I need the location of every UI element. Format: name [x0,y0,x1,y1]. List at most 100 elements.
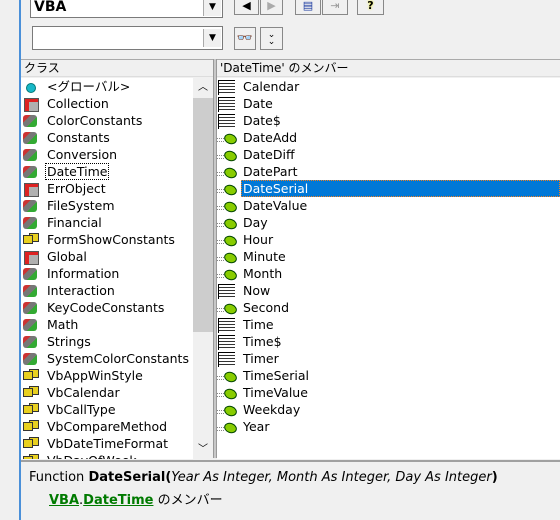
class-item[interactable]: KeyCodeConstants [21,299,193,316]
class-item[interactable]: Information [21,265,193,282]
member-label: Month [243,266,283,281]
class-item[interactable]: VbDayOfWeek [21,452,193,459]
enum-icon [21,420,41,434]
copy-icon: ▤ [302,0,314,12]
member-item[interactable]: Minute [217,248,560,265]
global-icon [21,80,41,94]
class-item[interactable]: VbDateTimeFormat [21,435,193,452]
class-item[interactable]: <グローバル> [21,78,193,95]
member-label: Day [243,215,268,230]
class-item[interactable]: Math [21,316,193,333]
class-label: Conversion [47,147,118,162]
class-label: Collection [47,96,109,111]
member-item[interactable]: TimeValue [217,384,560,401]
module-icon [21,267,41,281]
class-label: DateTime [45,163,110,180]
class-label: ColorConstants [47,113,143,128]
chevron-down-icon[interactable]: ▼ [203,29,221,47]
member-item[interactable]: Year [217,418,560,435]
member-item[interactable]: Time$ [217,333,560,350]
module-icon [21,284,41,298]
member-item[interactable]: DatePart [217,163,560,180]
view-definition-button[interactable]: ⇥ [322,0,348,15]
back-button[interactable]: ◀ [234,0,259,15]
library-dropdown[interactable]: VBA ▼ [30,0,223,18]
class-link[interactable]: DateTime [83,493,153,508]
class-item[interactable]: VbCallType [21,401,193,418]
module-icon [21,199,41,213]
prop-icon [217,113,237,129]
fn-icon [217,216,237,230]
fn-icon [217,403,237,417]
class-item[interactable]: Strings [21,333,193,350]
member-item[interactable]: Date [217,95,560,112]
class-item[interactable]: SystemColorConstants [21,350,193,367]
details-pane: Function DateSerial(Year As Integer, Mon… [21,460,560,520]
forward-button[interactable]: ▶ [260,0,283,15]
member-of: VBA.DateTime のメンバー [49,489,560,508]
library-link[interactable]: VBA [49,493,79,508]
fn-icon [217,267,237,281]
class-label: VbCalendar [47,385,120,400]
member-item[interactable]: DateDiff [217,146,560,163]
fn-icon [217,148,237,162]
class-icon [21,182,41,197]
toggle-search-results-button[interactable]: ⌄ ⌄ [260,27,283,50]
class-item[interactable]: Conversion [21,146,193,163]
search-input[interactable]: ▼ [32,26,223,50]
member-item[interactable]: Weekday [217,401,560,418]
class-item[interactable]: VbCalendar [21,384,193,401]
fn-icon [217,233,237,247]
member-label: DateSerial [241,180,560,197]
member-item[interactable]: Timer [217,350,560,367]
class-label: VbDayOfWeek [45,452,137,459]
member-label: Minute [243,249,286,264]
member-item[interactable]: DateValue [217,197,560,214]
class-item[interactable]: VbAppWinStyle [21,367,193,384]
class-item[interactable]: FormShowConstants [21,231,193,248]
classes-list[interactable]: <グローバル> Collection ColorConstants Constants… [21,78,193,459]
member-item[interactable]: Day [217,214,560,231]
class-item[interactable]: Interaction [21,282,193,299]
module-icon [21,335,41,349]
back-arrow-icon: ◀ [242,0,251,12]
fn-icon [217,301,237,315]
help-button[interactable]: ? [357,0,384,15]
fn-icon [217,165,237,179]
class-item[interactable]: VbCompareMethod [21,418,193,435]
member-item[interactable]: DateAdd [217,129,560,146]
chevron-down-icon[interactable]: ▼ [203,0,221,16]
member-item[interactable]: Hour [217,231,560,248]
class-item[interactable]: Constants [21,129,193,146]
enum-icon [21,386,41,400]
members-list[interactable]: Calendar Date Date$ DateAdd DateDiff DatePart… [217,78,560,459]
scrollbar-thumb[interactable] [193,98,213,332]
member-params: Year As Integer, Month As Integer, Day A… [171,470,492,485]
enum-icon [21,369,41,383]
classes-scrollbar[interactable]: ︿ ﹀ [193,78,213,459]
member-item[interactable]: TimeSerial [217,367,560,384]
class-item[interactable]: DateTime [21,163,193,180]
class-item[interactable]: Financial [21,214,193,231]
scroll-down-icon[interactable]: ﹀ [193,440,213,458]
scroll-up-icon[interactable]: ︿ [193,78,213,96]
member-item[interactable]: Calendar [217,78,560,95]
member-item[interactable]: Month [217,265,560,282]
member-item[interactable]: Date$ [217,112,560,129]
class-item[interactable]: Global [21,248,193,265]
class-label: ErrObject [47,181,106,196]
member-label: Now [243,283,271,298]
class-item[interactable]: FileSystem [21,197,193,214]
class-item[interactable]: ErrObject [21,180,193,197]
search-button[interactable]: 👓 [234,27,256,50]
module-icon [21,131,41,145]
class-item[interactable]: Collection [21,95,193,112]
member-item[interactable]: DateSerial [217,180,560,197]
fn-icon [217,250,237,264]
class-item[interactable]: ColorConstants [21,112,193,129]
copy-button[interactable]: ▤ [295,0,321,15]
member-item[interactable]: Now [217,282,560,299]
member-item[interactable]: Time [217,316,560,333]
fn-icon [217,199,237,213]
member-item[interactable]: Second [217,299,560,316]
